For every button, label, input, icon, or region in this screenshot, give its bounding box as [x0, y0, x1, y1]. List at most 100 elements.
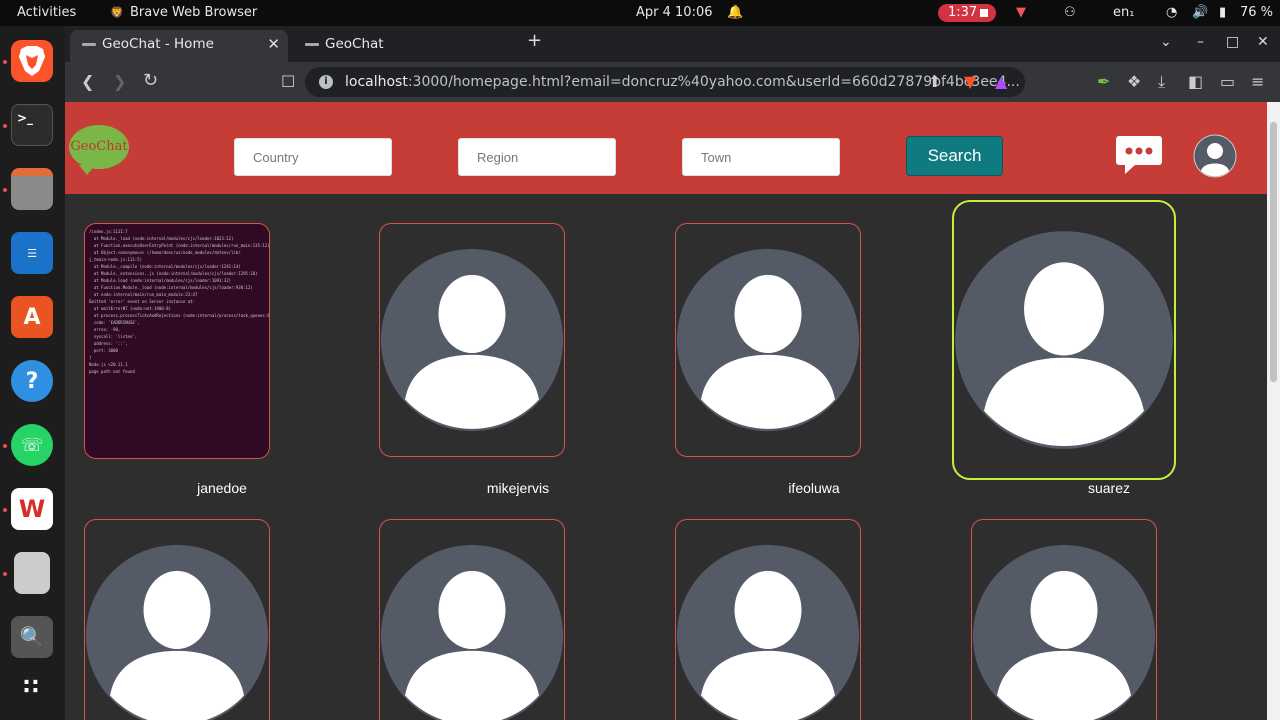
wifi-icon[interactable]: ◔ [1166, 5, 1177, 20]
terminal-line: address: '::', [89, 341, 128, 346]
default-avatar-icon [676, 248, 860, 432]
battery-icon[interactable]: ▮ [1219, 5, 1226, 20]
reload-icon[interactable]: ↻ [143, 70, 158, 91]
wps-office-icon[interactable]: W [11, 488, 53, 530]
scrollbar-thumb[interactable] [1270, 122, 1277, 382]
terminal-line: page path not found [89, 369, 135, 374]
terminal-icon[interactable]: >_ [11, 104, 53, 146]
activities-button[interactable]: Activities [17, 5, 76, 20]
clock[interactable]: Apr 4 10:06 [636, 5, 713, 20]
tab-favicon-icon [305, 43, 319, 46]
chat-bubble-icon[interactable] [1115, 134, 1163, 176]
user-card[interactable] [84, 519, 270, 720]
user-card[interactable] [379, 519, 565, 720]
navigation-bar: ❮ ❯ ↻ ☐ i localhost:3000/homepage.html?e… [65, 62, 1280, 102]
username-label[interactable]: ifeoluwa [721, 480, 907, 496]
terminal-line: Node.js v20.11.1 [89, 362, 128, 367]
default-avatar-icon [676, 544, 860, 720]
app-center-icon[interactable]: A [11, 296, 53, 338]
town-input[interactable] [682, 138, 840, 176]
sidebar-icon[interactable]: ◧ [1188, 72, 1203, 91]
username-label[interactable]: mikejervis [425, 480, 611, 496]
user-card-ifeoluwa[interactable] [675, 223, 861, 457]
system-top-bar: Activities 🦁 Brave Web Browser Apr 4 10:… [0, 0, 1280, 26]
region-input[interactable] [458, 138, 616, 176]
wallet-icon[interactable]: ▭ [1220, 72, 1235, 91]
default-avatar-icon [380, 544, 564, 720]
terminal-line: } [89, 355, 92, 360]
bell-icon: 🔔 [727, 5, 744, 20]
brave-shields-icon[interactable]: ▼ [964, 72, 976, 91]
page-header: GeoChat Search [65, 102, 1267, 194]
terminal-line: at emitErrorNT (node:net:1900:8) [89, 306, 171, 311]
close-window-button[interactable]: ✕ [1257, 34, 1269, 50]
terminal-line: syscall: 'listen', [89, 334, 138, 339]
terminal-line: Emitted 'error' event on Server instance… [89, 299, 195, 304]
user-card[interactable] [971, 519, 1157, 720]
country-input[interactable] [234, 138, 392, 176]
forward-icon[interactable]: ❯ [113, 72, 126, 91]
default-avatar-icon [85, 544, 269, 720]
terminal-line: port: 3000 [89, 348, 118, 353]
user-card[interactable] [675, 519, 861, 720]
terminal-line: at Module._extensions..js (node:internal… [89, 271, 258, 276]
terminal-line: j_tmain-node.js:111:5) [89, 257, 142, 262]
writer-document-icon[interactable]: ☰ [11, 232, 53, 274]
bookmark-icon[interactable]: ☐ [281, 72, 295, 91]
default-avatar-icon [955, 231, 1173, 449]
close-tab-icon[interactable]: ✕ [267, 30, 280, 58]
profile-avatar-icon[interactable] [1193, 134, 1237, 178]
url-host: localhost [345, 74, 408, 90]
search-button[interactable]: Search [906, 136, 1003, 176]
default-avatar-icon [380, 248, 564, 432]
maximize-button[interactable]: □ [1226, 34, 1239, 50]
username-label[interactable]: janedoe [129, 480, 315, 496]
address-bar[interactable]: i localhost:3000/homepage.html?email=don… [305, 67, 1025, 97]
geochat-page: GeoChat Search /index.js:1111:7 at Modul… [65, 102, 1267, 720]
tab-geochat[interactable]: GeoChat [293, 30, 513, 62]
screenshot-icon[interactable]: 🔍 [11, 616, 53, 658]
terminal-line: /index.js:1111:7 [89, 229, 128, 234]
brave-rewards-icon[interactable]: ▲ [995, 72, 1007, 91]
help-icon[interactable]: ? [11, 360, 53, 402]
extensions-puzzle-icon[interactable]: ❖ [1127, 72, 1141, 91]
screen-recording-indicator[interactable]: 1:37 [938, 4, 996, 22]
terminal-line: at node:internal/main/run_main_module:23… [89, 292, 198, 297]
username-label[interactable]: suarez [1016, 480, 1202, 496]
user-card-janedoe[interactable]: /index.js:1111:7 at Module._load (node:i… [84, 223, 270, 459]
brave-tray-icon[interactable]: ▼ [1016, 5, 1026, 20]
downloads-icon[interactable]: ⤓ [1158, 72, 1165, 92]
app-name[interactable]: Brave Web Browser [130, 5, 257, 20]
new-tab-button[interactable]: + [527, 30, 542, 51]
terminal-line: at Module.load (node:internal/modules/cj… [89, 278, 232, 283]
terminal-line: code: 'EADDRINUSE', [89, 320, 140, 325]
tab-geochat-home[interactable]: GeoChat - Home ✕ [70, 30, 288, 62]
geochat-logo[interactable]: GeoChat [69, 125, 129, 175]
default-avatar-icon [972, 544, 1156, 720]
whatsapp-icon[interactable]: ☏ [11, 424, 53, 466]
share-icon[interactable]: ⬆ [928, 72, 941, 91]
site-info-icon[interactable]: i [319, 75, 333, 89]
tab-favicon-icon [82, 43, 96, 46]
show-apps-icon[interactable]: ∷ [11, 666, 53, 708]
language-indicator[interactable]: en₁ [1113, 5, 1134, 20]
extension-icon[interactable]: ✒ [1097, 72, 1110, 91]
minimize-button[interactable]: – [1197, 34, 1204, 50]
user-card-mikejervis[interactable] [379, 223, 565, 457]
menu-icon[interactable]: ≡ [1251, 72, 1264, 91]
terminal-line: at Function.Module._load (node:internal/… [89, 285, 253, 290]
volume-icon[interactable]: 🔊 [1192, 5, 1208, 20]
terminal-line: at process.processTicksAndRejections (no… [89, 313, 269, 318]
archive-icon[interactable] [14, 552, 50, 594]
back-icon[interactable]: ❮ [81, 72, 94, 91]
accessibility-icon[interactable]: ⚇ [1064, 5, 1076, 20]
dock: >_ ☰ A ? ☏ W 🔍 ∷ [0, 26, 65, 720]
brave-browser-icon[interactable] [11, 40, 53, 82]
page-scrollbar[interactable] [1267, 102, 1280, 720]
files-icon[interactable] [11, 168, 53, 210]
terminal-line: at Object.<anonymous> (/home/doncruz/nod… [89, 250, 241, 255]
tab-search-chevron-icon[interactable]: ⌄ [1160, 34, 1172, 50]
user-card-suarez[interactable] [952, 200, 1176, 480]
terminal-line: at Module._compile (node:internal/module… [89, 264, 241, 269]
terminal-screenshot-image: /index.js:1111:7 at Module._load (node:i… [85, 224, 269, 458]
